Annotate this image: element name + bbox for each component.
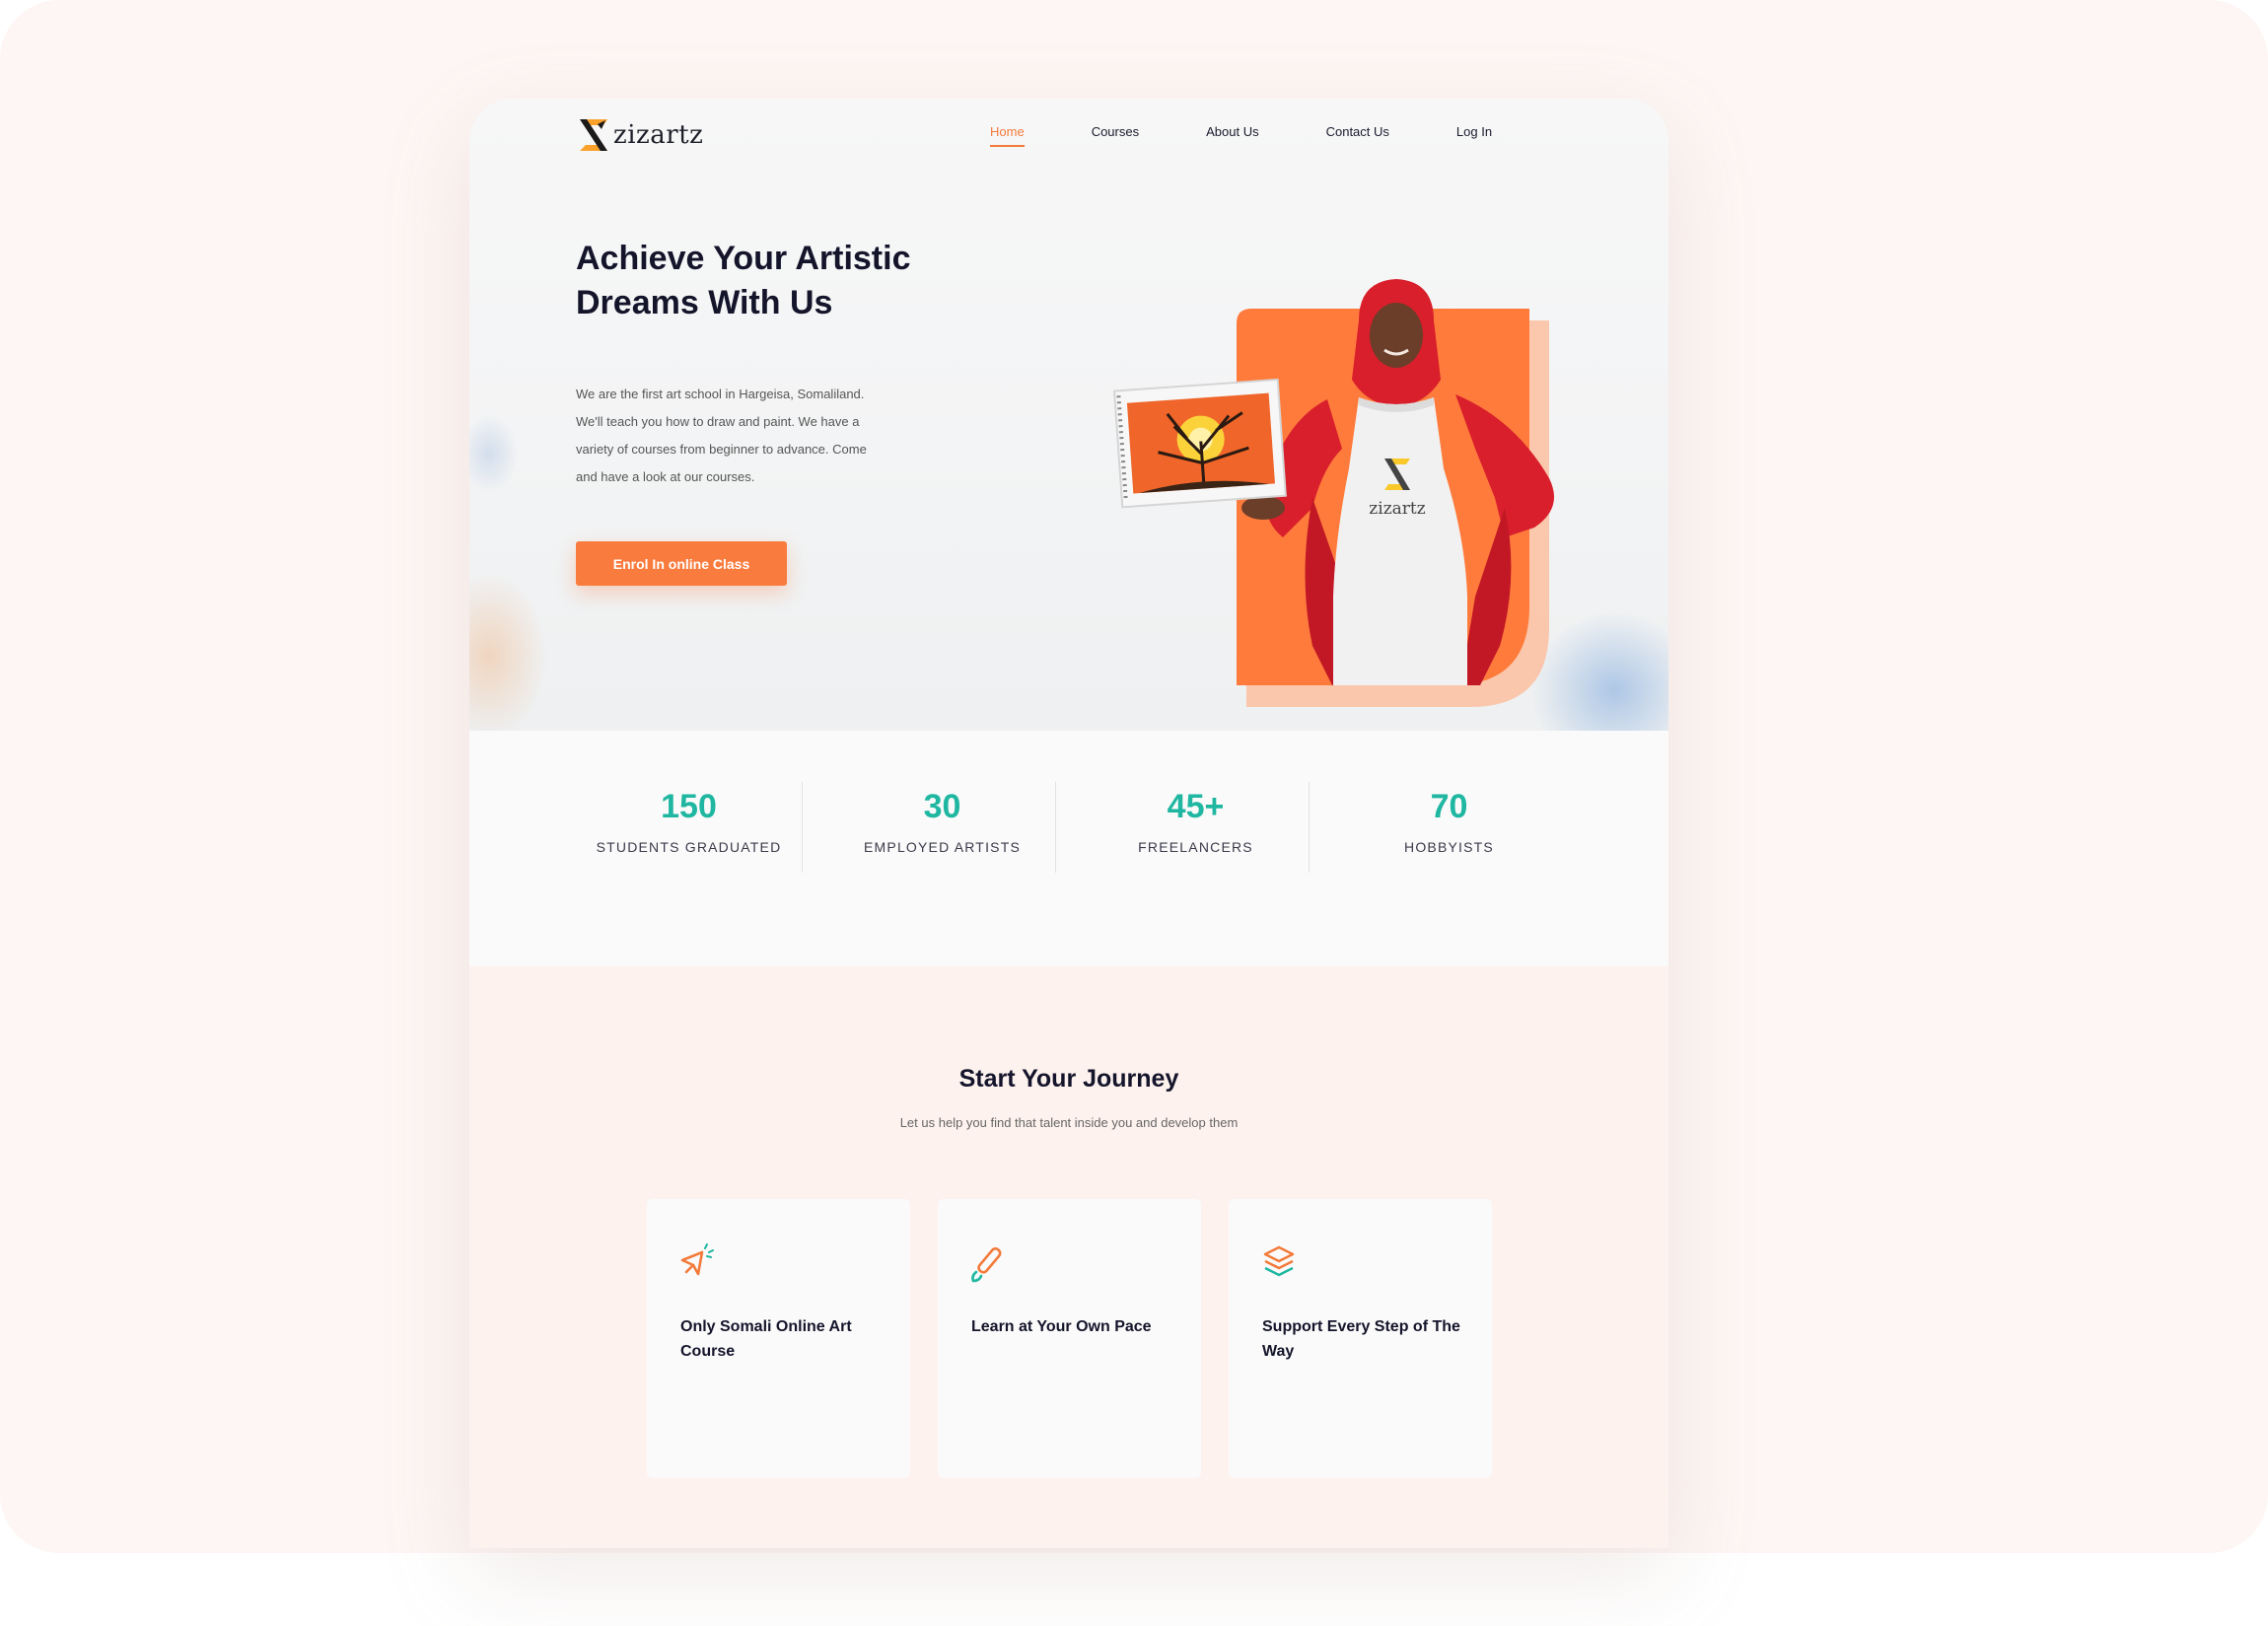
journey-title: Start Your Journey — [958, 1065, 1179, 1093]
hero-section: zizartz Home Courses About Us Contact Us… — [469, 99, 1668, 731]
stat-students-graduated: 150 STUDENTS GRADUATED — [562, 781, 815, 870]
feature-title: Support Every Step of The Way — [1262, 1318, 1460, 1360]
logo-z-icon — [580, 119, 607, 151]
feature-card[interactable]: Learn at Your Own Pace — [938, 1199, 1201, 1478]
brand-logo[interactable]: zizartz — [576, 112, 703, 158]
feature-title: Only Somali Online Art Course — [680, 1318, 852, 1360]
feature-card[interactable]: Only Somali Online Art Course — [647, 1199, 910, 1478]
stat-divider — [1309, 782, 1310, 873]
hero-illustration: zizartz — [1112, 279, 1554, 707]
stats-section: 150 STUDENTS GRADUATED 30 EMPLOYED ARTIS… — [469, 731, 1668, 966]
paint-splash — [469, 572, 548, 731]
feature-title: Learn at Your Own Pace — [971, 1318, 1152, 1335]
stat-value: 150 — [661, 788, 717, 825]
stat-employed-artists: 30 EMPLOYED ARTISTS — [815, 781, 1069, 870]
layers-icon — [1263, 1245, 1295, 1277]
stat-divider — [802, 782, 803, 873]
stat-freelancers: 45+ FREELANCERS — [1069, 781, 1322, 870]
feature-card[interactable]: Support Every Step of The Way — [1229, 1199, 1492, 1478]
stat-label: STUDENTS GRADUATED — [596, 839, 782, 855]
paint-splash — [469, 414, 519, 493]
stat-hobbyists: 70 HOBBYISTS — [1322, 781, 1576, 870]
hero-title: Achieve Your Artistic Dreams With Us — [576, 240, 911, 321]
stat-label: EMPLOYED ARTISTS — [864, 839, 1021, 855]
nav-about-us[interactable]: About Us — [1206, 124, 1258, 139]
stat-value: 45+ — [1167, 788, 1225, 825]
nav-courses[interactable]: Courses — [1092, 124, 1139, 139]
brush-icon — [971, 1247, 1002, 1283]
website-preview: zizartz Home Courses About Us Contact Us… — [469, 99, 1668, 1548]
stat-label: HOBBYISTS — [1404, 839, 1494, 855]
stat-value: 30 — [923, 788, 961, 825]
journey-section: Start Your Journey Let us help you find … — [469, 966, 1668, 1548]
nav-links: Home Courses About Us Contact Us Log In — [990, 124, 1559, 147]
nav-contact-us[interactable]: Contact Us — [1326, 124, 1389, 139]
hero-description: We are the first art school in Hargeisa,… — [576, 387, 867, 484]
nav-log-in[interactable]: Log In — [1456, 124, 1492, 139]
megaphone-icon — [680, 1243, 714, 1276]
stat-value: 70 — [1430, 788, 1468, 825]
brand-name: zizartz — [613, 120, 704, 150]
stat-label: FREELANCERS — [1138, 839, 1253, 855]
journey-subtitle: Let us help you find that talent inside … — [899, 1115, 1239, 1130]
nav-home[interactable]: Home — [990, 124, 1025, 147]
stat-divider — [1055, 782, 1056, 873]
enrol-online-class-button[interactable]: Enrol In online Class — [576, 541, 787, 586]
apron-logo-text: zizartz — [1369, 499, 1425, 519]
